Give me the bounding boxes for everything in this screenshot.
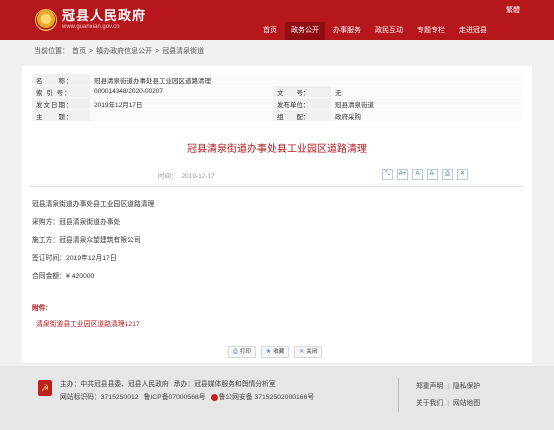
- meta-index-value: 000014348/2020-00207: [90, 85, 273, 98]
- breadcrumb-town-disclosure[interactable]: 镇办政府信息公开: [96, 48, 152, 55]
- body-line-contractor: 施工方：冠县清泉众望建筑有限公司: [32, 237, 141, 244]
- article-action-buttons: ⎙ 打印 ★ 收藏 ✕ 关闭: [228, 346, 327, 358]
- meta-category-value: 政府采购: [331, 109, 522, 122]
- meta-unit-label: 发布单位：: [273, 97, 331, 110]
- police-badge-icon: [210, 393, 218, 401]
- divider: [30, 186, 524, 187]
- document-meta-table: 名 称： 冠县清泉街道办事处县工业园区道路清理 索 引 号： 000014348…: [32, 74, 522, 122]
- meta-name-value: 冠县清泉街道办事处县工业园区道路清理: [90, 74, 522, 86]
- footer-sponsor: 主办：中共冠县县委、冠县人民政府: [60, 381, 169, 388]
- footer-police-record[interactable]: 鲁公网安备 37152502000166号: [210, 391, 314, 404]
- meta-unit-value: 冠县清泉街道: [331, 97, 522, 110]
- meta-index-label: 索 引 号：: [32, 85, 90, 98]
- body-line-sign-date: 签订时间：2019年12月17日: [32, 255, 117, 262]
- meta-date-value: 2019年12月17日: [90, 97, 273, 110]
- breadcrumb: 当前位置： 首页 > 镇办政府信息公开 > 冠县清泉街道: [0, 40, 554, 64]
- site-title: 冠县人民政府: [62, 8, 147, 23]
- body-line-project: 冠县清泉街道办事处县工业园区道路清理: [32, 201, 155, 208]
- meta-topic-value: [90, 109, 273, 122]
- nav-interaction[interactable]: 政民互动: [369, 22, 409, 40]
- main-nav: 首页 政务公开 办事服务 政民互动 专题专栏 走进冠县: [257, 22, 495, 40]
- breadcrumb-separator: >: [89, 48, 94, 55]
- favorite-button[interactable]: ★ 收藏: [260, 346, 290, 358]
- nav-services[interactable]: 办事服务: [327, 22, 367, 40]
- footer-link-separator: |: [447, 400, 449, 407]
- party-emblem-icon[interactable]: ☭: [38, 380, 52, 396]
- nav-home[interactable]: 首页: [257, 22, 283, 40]
- share-icon[interactable]: ⤡: [382, 169, 393, 180]
- meta-date-label: 发文日期：: [32, 97, 90, 110]
- nav-about-county[interactable]: 走进冠县: [453, 22, 493, 40]
- font-default-icon[interactable]: A: [412, 169, 423, 180]
- meta-topic-label: 主 题：: [32, 109, 90, 122]
- footer-link-separator: |: [447, 383, 449, 390]
- footer-link-about[interactable]: 关于我们: [416, 400, 443, 407]
- national-emblem-icon: [36, 10, 56, 30]
- breadcrumb-home[interactable]: 首页: [72, 48, 86, 55]
- footer-organizer: 承办：冠县媒体服务和舆情分析室: [173, 381, 276, 388]
- close-icon[interactable]: ✕: [457, 169, 468, 180]
- article-body: 冠县清泉街道办事处县工业园区道路清理 采购方：冠县清泉街道办事处 施工方：冠县清…: [32, 196, 522, 286]
- content-panel: 名 称： 冠县清泉街道办事处县工业园区道路清理 索 引 号： 000014348…: [22, 66, 532, 363]
- footer-links: 郑重声明 | 隐私保护 关于我们 | 网站地图: [416, 378, 526, 412]
- publish-time: 时间： 2019-12-17: [158, 170, 219, 180]
- footer-link-privacy[interactable]: 隐私保护: [453, 383, 480, 390]
- publish-time-value: 2019-12-17: [181, 173, 215, 180]
- nav-government-affairs[interactable]: 政务公开: [285, 22, 325, 40]
- article-title: 冠县清泉街道办事处县工业园区道路清理: [187, 144, 367, 155]
- article-tools: ⤡ A+ A A- ⎙ ✕: [382, 169, 472, 180]
- footer-link-sitemap[interactable]: 网站地图: [453, 400, 480, 407]
- close-icon: ✕: [299, 349, 305, 355]
- meta-category-label: 组 配：: [273, 109, 331, 122]
- footer-info: 主办：中共冠县县委、冠县人民政府 承办：冠县媒体服务和舆情分析室 网站标识码：3…: [60, 378, 350, 404]
- meta-doc-no-value: 无: [331, 85, 522, 98]
- publish-time-label: 时间：: [158, 173, 178, 180]
- print-button[interactable]: ⎙ 打印: [228, 346, 256, 358]
- attachment-link[interactable]: · 清泉街道县工业园区道路清理1217: [32, 318, 140, 328]
- meta-name-label: 名 称：: [32, 74, 90, 86]
- attachment-heading: 附件:: [32, 305, 48, 312]
- traditional-chinese-link[interactable]: 繁體: [506, 5, 520, 15]
- print-button-label: 打印: [239, 349, 251, 355]
- article-info-row: 时间： 2019-12-17 ⤡ A+ A A- ⎙ ✕: [22, 169, 532, 182]
- site-logo[interactable]: 冠县人民政府 www.guanxian.gov.cn: [36, 6, 146, 34]
- star-icon: ★: [265, 349, 272, 355]
- breadcrumb-separator: >: [155, 48, 160, 55]
- meta-doc-no-label: 文 号：: [273, 85, 331, 98]
- close-button[interactable]: ✕ 关闭: [294, 346, 323, 358]
- footer-site-id: 网站标识码：3715250012: [60, 394, 139, 401]
- body-line-amount: 合同金额：¥ 420000: [32, 273, 95, 280]
- printer-icon: ⎙: [233, 349, 238, 355]
- nav-topics[interactable]: 专题专栏: [411, 22, 451, 40]
- footer-link-statement[interactable]: 郑重声明: [416, 383, 443, 390]
- breadcrumb-current[interactable]: 冠县清泉街道: [162, 48, 204, 55]
- body-line-purchaser: 采购方：冠县清泉街道办事处: [32, 219, 121, 226]
- site-header: 冠县人民政府 www.guanxian.gov.cn 繁體 首页 政务公开 办事…: [0, 0, 554, 40]
- breadcrumb-prefix: 当前位置：: [34, 48, 69, 55]
- close-button-label: 关闭: [306, 349, 318, 355]
- font-smaller-icon[interactable]: A-: [427, 169, 438, 180]
- font-larger-icon[interactable]: A+: [397, 169, 408, 180]
- favorite-button-label: 收藏: [273, 349, 285, 355]
- print-icon[interactable]: ⎙: [442, 169, 453, 180]
- footer-icp[interactable]: 鲁ICP备07000568号: [144, 391, 206, 404]
- footer-divider: [398, 378, 399, 412]
- site-url: www.guanxian.gov.cn: [62, 24, 120, 30]
- site-footer: ☭ 主办：中共冠县县委、冠县人民政府 承办：冠县媒体服务和舆情分析室 网站标识码…: [0, 366, 554, 430]
